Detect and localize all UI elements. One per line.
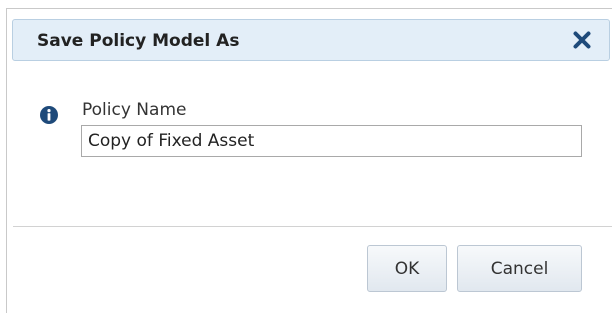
dialog-titlebar: Save Policy Model As [12,19,610,61]
cancel-button[interactable]: Cancel [457,245,582,292]
info-icon [40,106,58,124]
ok-button[interactable]: OK [367,245,447,292]
dialog-body: Policy Name [7,61,612,226]
close-icon[interactable] [567,25,597,55]
policy-name-input[interactable] [81,125,582,157]
policy-name-label: Policy Name [82,100,187,120]
dialog-title: Save Policy Model As [37,31,240,51]
save-policy-model-dialog: Save Policy Model As Policy Name OK Canc… [6,8,612,313]
footer-divider [13,226,612,227]
